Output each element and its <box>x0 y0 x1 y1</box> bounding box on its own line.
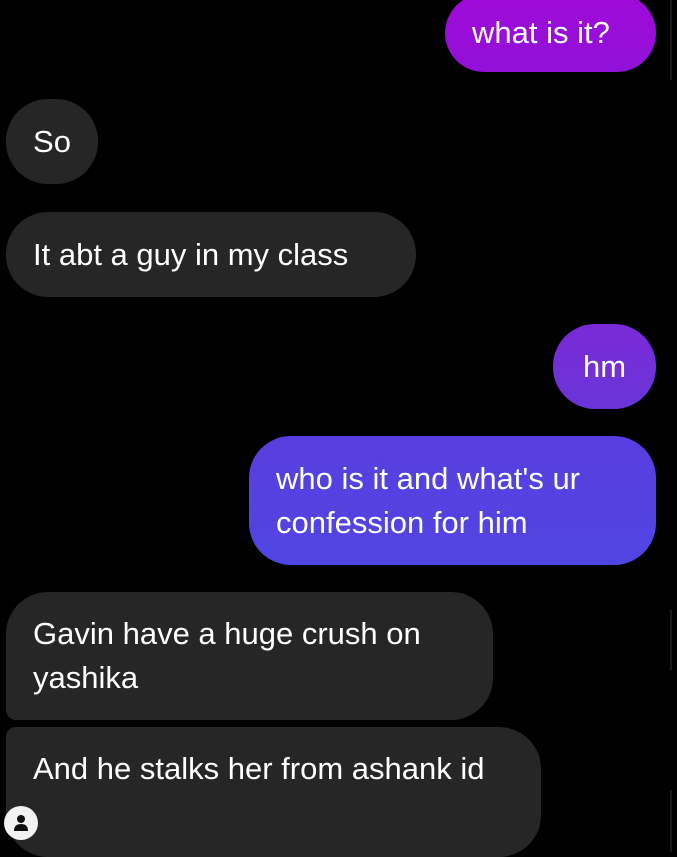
incoming-message-bubble[interactable]: And he stalks her from ashank id <box>6 727 541 857</box>
message-text: Gavin have a huge crush on yashika <box>33 616 421 695</box>
outgoing-message-bubble[interactable]: what is it? <box>445 0 656 72</box>
outgoing-message-bubble[interactable]: who is it and what's ur confession for h… <box>249 436 656 565</box>
message-text: hm <box>582 348 627 384</box>
incoming-message-bubble[interactable]: So <box>6 99 98 184</box>
outgoing-message-bubble[interactable]: hm <box>553 324 656 409</box>
avatar[interactable] <box>4 806 38 840</box>
message-text: what is it? <box>472 15 610 50</box>
incoming-message-bubble[interactable]: It abt a guy in my class <box>6 212 416 297</box>
scroll-edge <box>670 790 672 852</box>
scroll-edge <box>670 0 672 80</box>
scroll-edge <box>670 610 672 670</box>
message-text: So <box>33 123 71 159</box>
incoming-message-bubble[interactable]: Gavin have a huge crush on yashika <box>6 592 493 720</box>
message-text: who is it and what's ur confession for h… <box>276 460 581 540</box>
person-icon <box>14 815 28 831</box>
message-text: And he stalks her from ashank id <box>33 751 485 786</box>
chat-thread: what is it? So It abt a guy in my class … <box>0 0 677 857</box>
message-text: It abt a guy in my class <box>33 236 349 272</box>
